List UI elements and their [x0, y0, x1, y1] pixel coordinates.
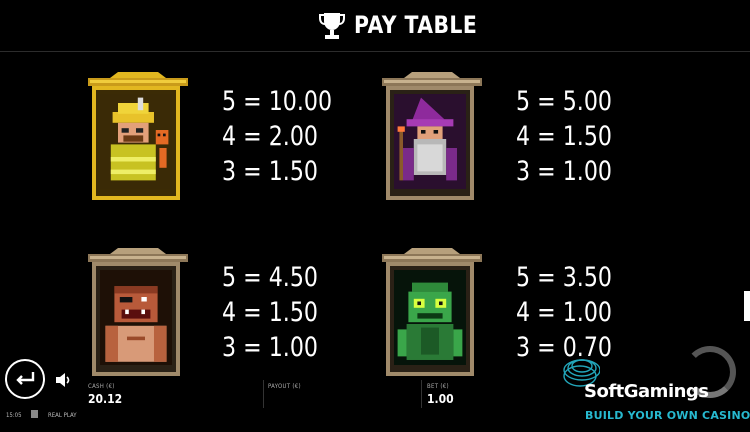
frame-roof	[382, 72, 482, 86]
payout-line: 4 = 2.00	[222, 121, 319, 152]
symbol-zombie	[380, 248, 484, 380]
trophy-icon	[319, 13, 345, 39]
firefighter-icon	[100, 94, 172, 190]
payout-line: 3 = 1.00	[222, 332, 319, 363]
play-mode: REAL PLAY	[48, 412, 77, 419]
payout-line: 4 = 1.00	[516, 297, 613, 328]
payout-list: 5 = 4.50 4 = 1.50 3 = 1.00	[222, 260, 318, 365]
info-icon[interactable]	[31, 410, 38, 418]
payout-list: 5 = 10.00 4 = 2.00 3 = 1.50	[222, 84, 332, 189]
pay-table-header: PAY TABLE	[0, 0, 750, 52]
payout-line: 5 = 10.00	[222, 86, 333, 117]
symbol-firefighter	[86, 72, 190, 204]
payout-label: PAYOUT (€)	[268, 383, 301, 390]
divider	[421, 380, 422, 408]
bet-value: 1.00	[427, 392, 454, 406]
symbol-wizard	[380, 72, 484, 204]
cash-value: 20.12	[88, 392, 123, 406]
cash-label: CASH (€)	[88, 383, 115, 390]
sound-icon[interactable]	[55, 372, 73, 388]
frame-roof	[88, 248, 188, 262]
divider	[263, 380, 264, 408]
back-button[interactable]	[5, 359, 45, 399]
next-page-arrow[interactable]	[744, 291, 750, 321]
frame-roof	[382, 248, 482, 262]
payout-line: 4 = 1.50	[222, 297, 319, 328]
zombie-icon	[394, 270, 466, 366]
payout-line: 5 = 3.50	[516, 262, 613, 293]
payout-list: 5 = 5.00 4 = 1.50 3 = 1.00	[516, 84, 612, 189]
payout-line: 5 = 5.00	[516, 86, 613, 117]
return-arrow-icon	[16, 372, 35, 385]
symbol-brute	[86, 248, 190, 380]
frame-roof	[88, 72, 188, 86]
clock: 15:05	[6, 412, 22, 419]
bet-label: BET (€)	[427, 383, 449, 390]
header-divider	[0, 51, 750, 52]
watermark-tagline: BUILD YOUR OWN CASINO	[585, 409, 750, 422]
wizard-icon	[394, 94, 466, 190]
payout-line: 3 = 1.50	[222, 156, 319, 187]
payout-line: 4 = 1.50	[516, 121, 613, 152]
brute-icon	[100, 270, 172, 366]
payout-line: 5 = 4.50	[222, 262, 319, 293]
watermark-name: SoftGamings	[584, 381, 709, 402]
page-title: PAY TABLE	[354, 11, 478, 39]
payout-line: 3 = 1.00	[516, 156, 613, 187]
